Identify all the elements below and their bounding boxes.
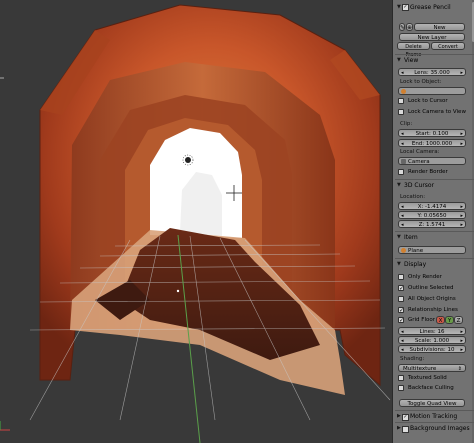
view-corner-widget[interactable] — [0, 421, 10, 431]
tunnel-scene — [0, 4, 391, 443]
motion-tracking-header[interactable]: ▶ ✓ Motion Tracking — [395, 412, 474, 421]
clip-label: Clip: — [400, 121, 413, 127]
clip-start-field[interactable]: ◂ Start: 0.100 ▸ — [398, 129, 466, 137]
item-header[interactable]: ▼ Item — [395, 233, 474, 242]
dropdown-arrow-icon: ⇕ — [457, 366, 462, 372]
background-images-section: ▶ Background Images — [395, 424, 474, 433]
display-section: ▼ Display — [395, 260, 474, 269]
lens-field[interactable]: ◂ Lens: 35.000 ▸ — [398, 68, 466, 76]
delete-frame-button[interactable]: Delete Frame — [397, 42, 430, 58]
3d-cursor-section: ▼ 3D Cursor — [395, 181, 474, 190]
view-title: View — [404, 57, 419, 64]
display-title: Display — [404, 261, 427, 268]
collapse-triangle-icon: ▼ — [397, 4, 401, 10]
shading-label: Shading: — [400, 356, 425, 362]
grease-pencil-header[interactable]: ▼ ✓ Grease Pencil — [395, 3, 474, 12]
background-images-title: Background Images — [410, 425, 470, 432]
grid-floor-checkbox[interactable]: ✓ Grid Floor — [398, 317, 435, 324]
3d-viewport[interactable] — [0, 0, 392, 443]
checkbox-icon[interactable]: ✓ — [402, 4, 409, 11]
local-camera-field[interactable]: Camera — [398, 157, 466, 165]
location-label: Location: — [400, 194, 426, 200]
grease-pencil-title: Grease Pencil — [410, 4, 451, 11]
object-icon — [401, 89, 406, 94]
render-border-checkbox[interactable]: Render Border — [398, 169, 448, 176]
relationship-lines-checkbox[interactable]: ✓ Relationship Lines — [398, 307, 458, 314]
lock-to-cursor-checkbox[interactable]: Lock to Cursor — [398, 98, 448, 105]
expand-triangle-icon: ▶ — [397, 413, 401, 419]
3d-cursor-title: 3D Cursor — [404, 182, 435, 189]
motion-tracking-section: ▶ ✓ Motion Tracking — [395, 412, 474, 421]
view-header[interactable]: ▼ View — [395, 56, 474, 65]
lock-to-object-label: Lock to Object: — [400, 79, 442, 85]
lock-camera-to-view-checkbox[interactable]: Lock Camera to View — [398, 109, 466, 116]
new-grease-pencil-button[interactable]: New — [414, 23, 465, 31]
toggle-quad-view-button[interactable]: Toggle Quad View — [399, 399, 465, 407]
collapse-triangle-icon: ▼ — [397, 182, 401, 188]
camera-icon — [401, 159, 406, 164]
collapse-triangle-icon: ▼ — [397, 261, 401, 267]
expand-triangle-icon: ▶ — [397, 425, 401, 431]
properties-panel: ▼ ✓ Grease Pencil ✎ ⊕ New New Layer Dele… — [392, 0, 474, 443]
link-icon[interactable]: ⊕ — [406, 23, 413, 31]
outline-selected-checkbox[interactable]: ✓ Outline Selected — [398, 285, 454, 292]
lock-to-object-field[interactable] — [398, 87, 466, 95]
shading-select[interactable]: Multitexture ⇕ — [398, 364, 466, 372]
item-section: ▼ Item — [395, 233, 474, 242]
clip-end-field[interactable]: ◂ End: 1000.000 ▸ — [398, 139, 466, 147]
grease-pencil-section: ▼ ✓ Grease Pencil — [395, 3, 474, 12]
motion-tracking-title: Motion Tracking — [410, 413, 458, 420]
background-images-header[interactable]: ▶ Background Images — [395, 424, 474, 433]
item-name-field[interactable]: Plane — [398, 246, 466, 254]
convert-button[interactable]: Convert — [431, 42, 465, 50]
checkbox-icon[interactable]: ✓ — [402, 414, 409, 421]
cursor-x-field[interactable]: ◂ X: -1.4174 ▸ — [398, 202, 466, 210]
view-section: ▼ View — [395, 56, 474, 65]
axis-x-toggle[interactable]: X — [436, 316, 445, 324]
textured-solid-checkbox[interactable]: Textured Solid — [398, 375, 447, 382]
axis-z-toggle[interactable]: Z — [454, 316, 463, 324]
new-layer-button[interactable]: New Layer — [399, 33, 465, 41]
display-header[interactable]: ▼ Display — [395, 260, 474, 269]
backface-culling-checkbox[interactable]: Backface Culling — [398, 385, 454, 392]
all-object-origins-checkbox[interactable]: All Object Origins — [398, 296, 456, 303]
axis-y-toggle[interactable]: Y — [445, 316, 454, 324]
3d-cursor-header[interactable]: ▼ 3D Cursor — [395, 181, 474, 190]
object-icon — [401, 248, 406, 253]
checkbox-icon[interactable] — [402, 426, 409, 433]
grid-subdivisions-field[interactable]: ◂ Subdivisions: 10 ▸ — [398, 345, 466, 353]
grid-scale-field[interactable]: ◂ Scale: 1.000 ▸ — [398, 336, 466, 344]
pencil-icon[interactable]: ✎ — [399, 23, 405, 31]
collapse-triangle-icon: ▼ — [397, 234, 401, 240]
collapse-triangle-icon: ▼ — [397, 57, 401, 63]
cursor-y-field[interactable]: ◂ Y: 0.05650 ▸ — [398, 211, 466, 219]
only-render-checkbox[interactable]: Only Render — [398, 274, 442, 281]
local-camera-label: Local Camera: — [400, 149, 440, 155]
cursor-z-field[interactable]: ◂ Z: 1.5741 ▸ — [398, 220, 466, 228]
item-title: Item — [404, 234, 418, 241]
grid-lines-field[interactable]: ◂ Lines: 16 ▸ — [398, 327, 466, 335]
